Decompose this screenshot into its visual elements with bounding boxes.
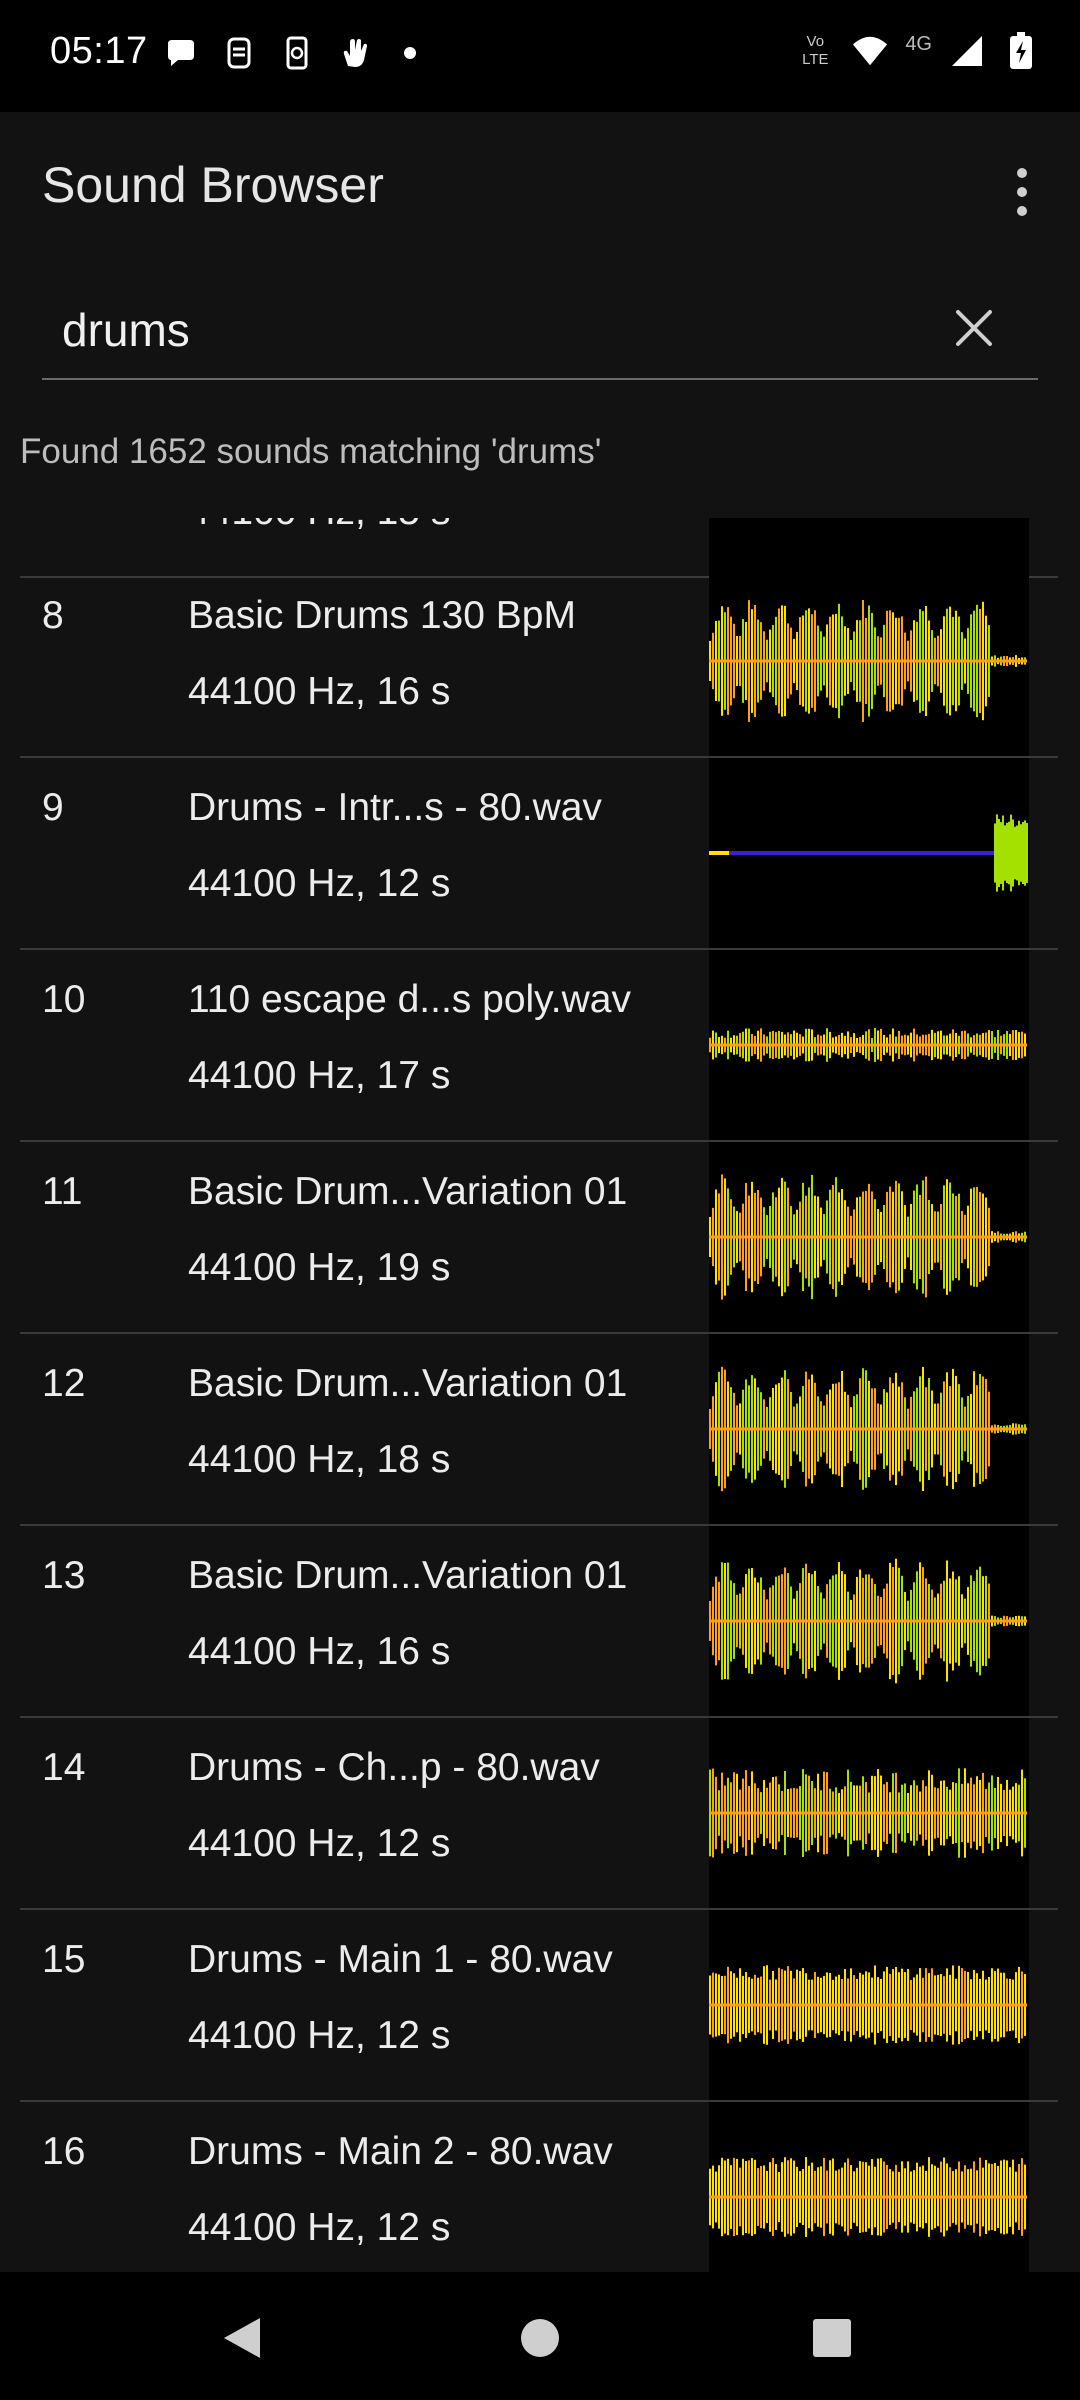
waveform-image	[709, 566, 1029, 756]
list-item-meta: 44100 Hz, 12 s	[188, 1822, 451, 1865]
list-item-meta: 44100 Hz, 16 s	[188, 1630, 451, 1673]
waveform-image	[709, 1334, 1029, 1524]
status-bar: 05:17 Vo LTE 4G	[0, 0, 1080, 112]
waveform-image	[709, 758, 1029, 948]
list-item-name: 110 escape d...s poly.wav	[188, 978, 631, 1021]
app-title: Sound Browser	[42, 157, 384, 213]
navigation-bar	[0, 2272, 1080, 2400]
result-summary: Found 1652 sounds matching 'drums'	[20, 432, 602, 471]
waveform-image	[709, 1142, 1029, 1332]
notification-icon	[220, 34, 258, 72]
signal-icon	[948, 32, 986, 70]
waveform-image	[709, 950, 1029, 1140]
list-item-meta: 44100 Hz, 19 s	[188, 1246, 451, 1289]
wifi-icon	[851, 32, 889, 70]
list-item-number: 8	[42, 594, 64, 637]
list-item-number: 13	[42, 1554, 86, 1597]
home-circle-icon[interactable]	[510, 2308, 570, 2368]
sound-list[interactable]: 44100 Hz, 15 s 8 Basic Drums 130 BpM 441…	[0, 518, 1080, 2272]
list-item[interactable]: 14 Drums - Ch...p - 80.wav 44100 Hz, 12 …	[0, 1718, 1080, 1910]
list-item-meta: 44100 Hz, 15 s	[188, 518, 450, 534]
list-item-number: 15	[42, 1938, 86, 1981]
list-item-number: 12	[42, 1362, 86, 1405]
list-item-meta: 44100 Hz, 18 s	[188, 1438, 451, 1481]
list-item-name: Basic Drum...Variation 01	[188, 1554, 628, 1597]
list-item-number: 16	[42, 2130, 86, 2173]
battery-charging-icon	[1002, 32, 1040, 70]
list-item-name: Basic Drums 130 BpM	[188, 594, 576, 637]
waveform-image	[709, 2102, 1029, 2272]
status-system-icons: Vo LTE 4G	[795, 32, 1040, 70]
list-item[interactable]: 8 Basic Drums 130 BpM 44100 Hz, 16 s	[0, 566, 1080, 758]
list-item-name: Drums - Intr...s - 80.wav	[188, 786, 602, 829]
menu-dot	[1017, 206, 1027, 216]
dot-icon	[404, 47, 416, 59]
phone-sync-icon	[278, 34, 316, 72]
list-item-meta: 44100 Hz, 12 s	[188, 2014, 451, 2057]
list-item-name: Drums - Main 2 - 80.wav	[188, 2130, 613, 2173]
chat-bubble-icon	[162, 34, 200, 72]
more-vertical-icon[interactable]	[1000, 162, 1044, 222]
list-item-number: 14	[42, 1746, 86, 1789]
hand-icon	[336, 34, 374, 72]
waveform-image	[709, 1718, 1029, 1908]
list-item-meta: 44100 Hz, 17 s	[188, 1054, 451, 1097]
list-item[interactable]: 13 Basic Drum...Variation 01 44100 Hz, 1…	[0, 1526, 1080, 1718]
search-input[interactable]	[42, 282, 1038, 380]
result-summary-bar: Found 1652 sounds matching 'drums'	[0, 412, 1080, 518]
list-item-number: 11	[42, 1170, 83, 1213]
list-item-meta: 44100 Hz, 12 s	[188, 2206, 451, 2249]
app-bar: Sound Browser	[0, 112, 1080, 262]
list-item-name: Drums - Main 1 - 80.wav	[188, 1938, 613, 1981]
recents-square-icon[interactable]	[802, 2308, 862, 2368]
search-area	[0, 262, 1080, 412]
list-item-name: Basic Drum...Variation 01	[188, 1362, 628, 1405]
menu-dot	[1017, 187, 1027, 197]
list-item-number: 10	[42, 978, 86, 1021]
list-item[interactable]: 10 110 escape d...s poly.wav 44100 Hz, 1…	[0, 950, 1080, 1142]
list-item[interactable]: 11 Basic Drum...Variation 01 44100 Hz, 1…	[0, 1142, 1080, 1334]
status-notification-icons	[162, 34, 416, 72]
list-item-name: Basic Drum...Variation 01	[188, 1170, 628, 1213]
close-icon[interactable]	[946, 300, 1002, 356]
volte-icon: Vo LTE	[802, 33, 829, 68]
list-item-name: Drums - Ch...p - 80.wav	[188, 1746, 600, 1789]
menu-dot	[1017, 168, 1027, 178]
list-item[interactable]: 15 Drums - Main 1 - 80.wav 44100 Hz, 12 …	[0, 1910, 1080, 2102]
list-item-number: 9	[42, 786, 64, 829]
network-type-label: 4G	[905, 32, 932, 55]
list-item[interactable]: 12 Basic Drum...Variation 01 44100 Hz, 1…	[0, 1334, 1080, 1526]
list-item-meta: 44100 Hz, 12 s	[188, 862, 451, 905]
list-item[interactable]: 16 Drums - Main 2 - 80.wav 44100 Hz, 12 …	[0, 2102, 1080, 2272]
list-item[interactable]: 9 Drums - Intr...s - 80.wav 44100 Hz, 12…	[0, 758, 1080, 950]
waveform-image	[709, 1910, 1029, 2100]
list-item-meta: 44100 Hz, 16 s	[188, 670, 451, 713]
back-triangle-icon[interactable]	[212, 2308, 272, 2368]
status-time: 05:17	[50, 30, 148, 72]
waveform-image	[709, 1526, 1029, 1716]
